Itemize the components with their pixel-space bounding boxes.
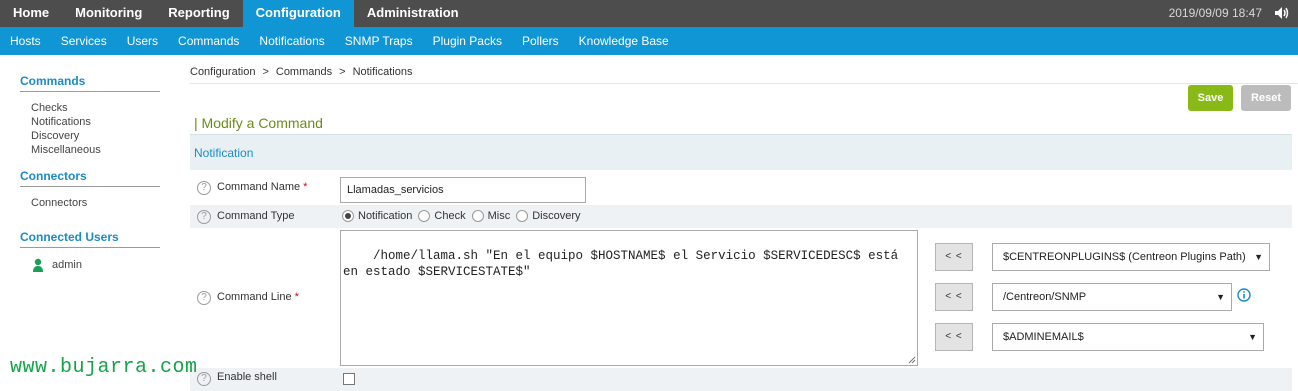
sidebar-users-title: Connected Users [20, 230, 160, 248]
nav-home[interactable]: Home [0, 0, 62, 27]
radio-discovery[interactable]: Discovery [516, 210, 581, 222]
subnav-knowledge-base[interactable]: Knowledge Base [579, 34, 669, 48]
select-value: $CENTREONPLUGINS$ (Centreon Plugins Path… [1003, 251, 1246, 263]
sidebar: Commands Checks Notifications Discovery … [20, 74, 160, 278]
radio-label: Discovery [532, 210, 581, 222]
help-icon[interactable]: ? [197, 181, 211, 195]
command-type-label: Command Type [217, 210, 295, 222]
sidebar-connectors-section: Connectors Connectors [20, 169, 160, 210]
radio-label: Misc [487, 210, 511, 222]
page-title: | Modify a Command [194, 115, 323, 131]
command-name-input[interactable]: Llamadas_servicios [340, 177, 586, 203]
radio-button[interactable] [418, 210, 431, 222]
command-line-label: Command Line * [217, 291, 299, 303]
macro-select-plugins[interactable]: $CENTREONPLUGINS$ (Centreon Plugins Path… [992, 243, 1270, 271]
command-type-radio-group: Notification Check Misc Discovery [342, 210, 587, 222]
command-line-textarea[interactable]: /home/llama.sh "En el equipo $HOSTNAME$ … [340, 230, 918, 366]
radio-button[interactable] [516, 210, 529, 222]
radio-label: Check [434, 210, 466, 222]
connected-user[interactable]: admin [20, 258, 160, 272]
resize-handle-icon[interactable] [908, 356, 916, 364]
info-icon[interactable] [1237, 288, 1251, 302]
subnav-snmp-traps[interactable]: SNMP Traps [345, 34, 413, 48]
subnav-commands[interactable]: Commands [178, 34, 239, 48]
breadcrumb-divider [190, 83, 1298, 84]
plugin-path-select[interactable]: /Centreon/SNMP ▼ [992, 283, 1232, 311]
sidebar-connectors-title: Connectors [20, 169, 160, 187]
top-navigation-bar: Home Monitoring Reporting Configuration … [0, 0, 1298, 27]
select-value: $ADMINEMAIL$ [1003, 331, 1084, 343]
nav-administration[interactable]: Administration [354, 0, 472, 27]
subnav-services[interactable]: Services [61, 34, 107, 48]
user-name: admin [52, 259, 82, 271]
insert-macro-button[interactable]: < < [935, 243, 973, 271]
sidebar-item-checks[interactable]: Checks [20, 101, 160, 115]
enable-shell-label: Enable shell [217, 371, 277, 383]
reset-button[interactable]: Reset [1241, 85, 1291, 111]
sidebar-commands-section: Commands Checks Notifications Discovery … [20, 74, 160, 157]
enable-shell-row: ? Enable shell [190, 368, 1292, 391]
subnav-notifications[interactable]: Notifications [259, 34, 324, 48]
save-button[interactable]: Save [1188, 85, 1233, 111]
radio-misc[interactable]: Misc [471, 210, 511, 222]
command-name-row: ? Command Name * Llamadas_servicios [190, 171, 1292, 204]
select-value: /Centreon/SNMP [1003, 291, 1087, 303]
nav-reporting[interactable]: Reporting [155, 0, 242, 27]
help-icon[interactable]: ? [197, 210, 211, 224]
main-menu: Home Monitoring Reporting Configuration … [0, 0, 472, 27]
insert-plugin-button[interactable]: < < [935, 283, 973, 311]
watermark: www.bujarra.com [10, 356, 198, 379]
chevron-down-icon: ▼ [1216, 292, 1225, 302]
radio-button[interactable] [471, 210, 484, 222]
radio-check[interactable]: Check [418, 210, 466, 222]
breadcrumb-configuration[interactable]: Configuration [190, 66, 255, 78]
sidebar-users-section: Connected Users admin [20, 230, 160, 272]
insert-admin-macro-button[interactable]: < < [935, 323, 973, 351]
command-type-row: ? Command Type Notification Check Misc D… [190, 205, 1292, 228]
form-section-title: Notification [194, 146, 254, 160]
radio-button-selected[interactable] [342, 210, 354, 222]
chevron-down-icon: ▼ [1248, 332, 1257, 342]
subnav-plugin-packs[interactable]: Plugin Packs [433, 34, 502, 48]
breadcrumb-notifications[interactable]: Notifications [353, 66, 413, 78]
breadcrumb-commands[interactable]: Commands [276, 66, 332, 78]
sidebar-item-connectors[interactable]: Connectors [20, 196, 160, 210]
breadcrumb: Configuration > Commands > Notifications [190, 66, 413, 78]
sidebar-item-notifications[interactable]: Notifications [20, 115, 160, 129]
command-line-text: /home/llama.sh "En el equipo $HOSTNAME$ … [343, 249, 906, 279]
command-line-row: ? Command Line * /home/llama.sh "En el eq… [190, 229, 1292, 367]
nav-monitoring[interactable]: Monitoring [62, 0, 155, 27]
nav-configuration[interactable]: Configuration [242, 0, 354, 27]
radio-label: Notification [358, 210, 413, 222]
subnav-hosts[interactable]: Hosts [10, 34, 41, 48]
subnav-pollers[interactable]: Pollers [522, 34, 559, 48]
subnav-users[interactable]: Users [127, 34, 158, 48]
speaker-icon[interactable] [1274, 5, 1290, 21]
chevron-down-icon: ▼ [1254, 252, 1263, 262]
admin-macro-select[interactable]: $ADMINEMAIL$ ▼ [992, 323, 1264, 351]
radio-notification[interactable]: Notification [342, 210, 412, 222]
help-icon[interactable]: ? [197, 291, 211, 305]
form-section-header: Notification [190, 134, 1292, 170]
enable-shell-checkbox[interactable] [343, 373, 355, 385]
clock: 2019/09/09 18:47 [1168, 6, 1262, 20]
sidebar-item-discovery[interactable]: Discovery [20, 129, 160, 143]
sidebar-item-miscellaneous[interactable]: Miscellaneous [20, 143, 160, 157]
user-icon [33, 258, 43, 272]
command-name-label: Command Name * [217, 181, 308, 193]
sidebar-commands-title: Commands [20, 74, 160, 92]
sub-navigation-bar: Hosts Services Users Commands Notificati… [0, 27, 1298, 55]
help-icon[interactable]: ? [197, 372, 211, 386]
